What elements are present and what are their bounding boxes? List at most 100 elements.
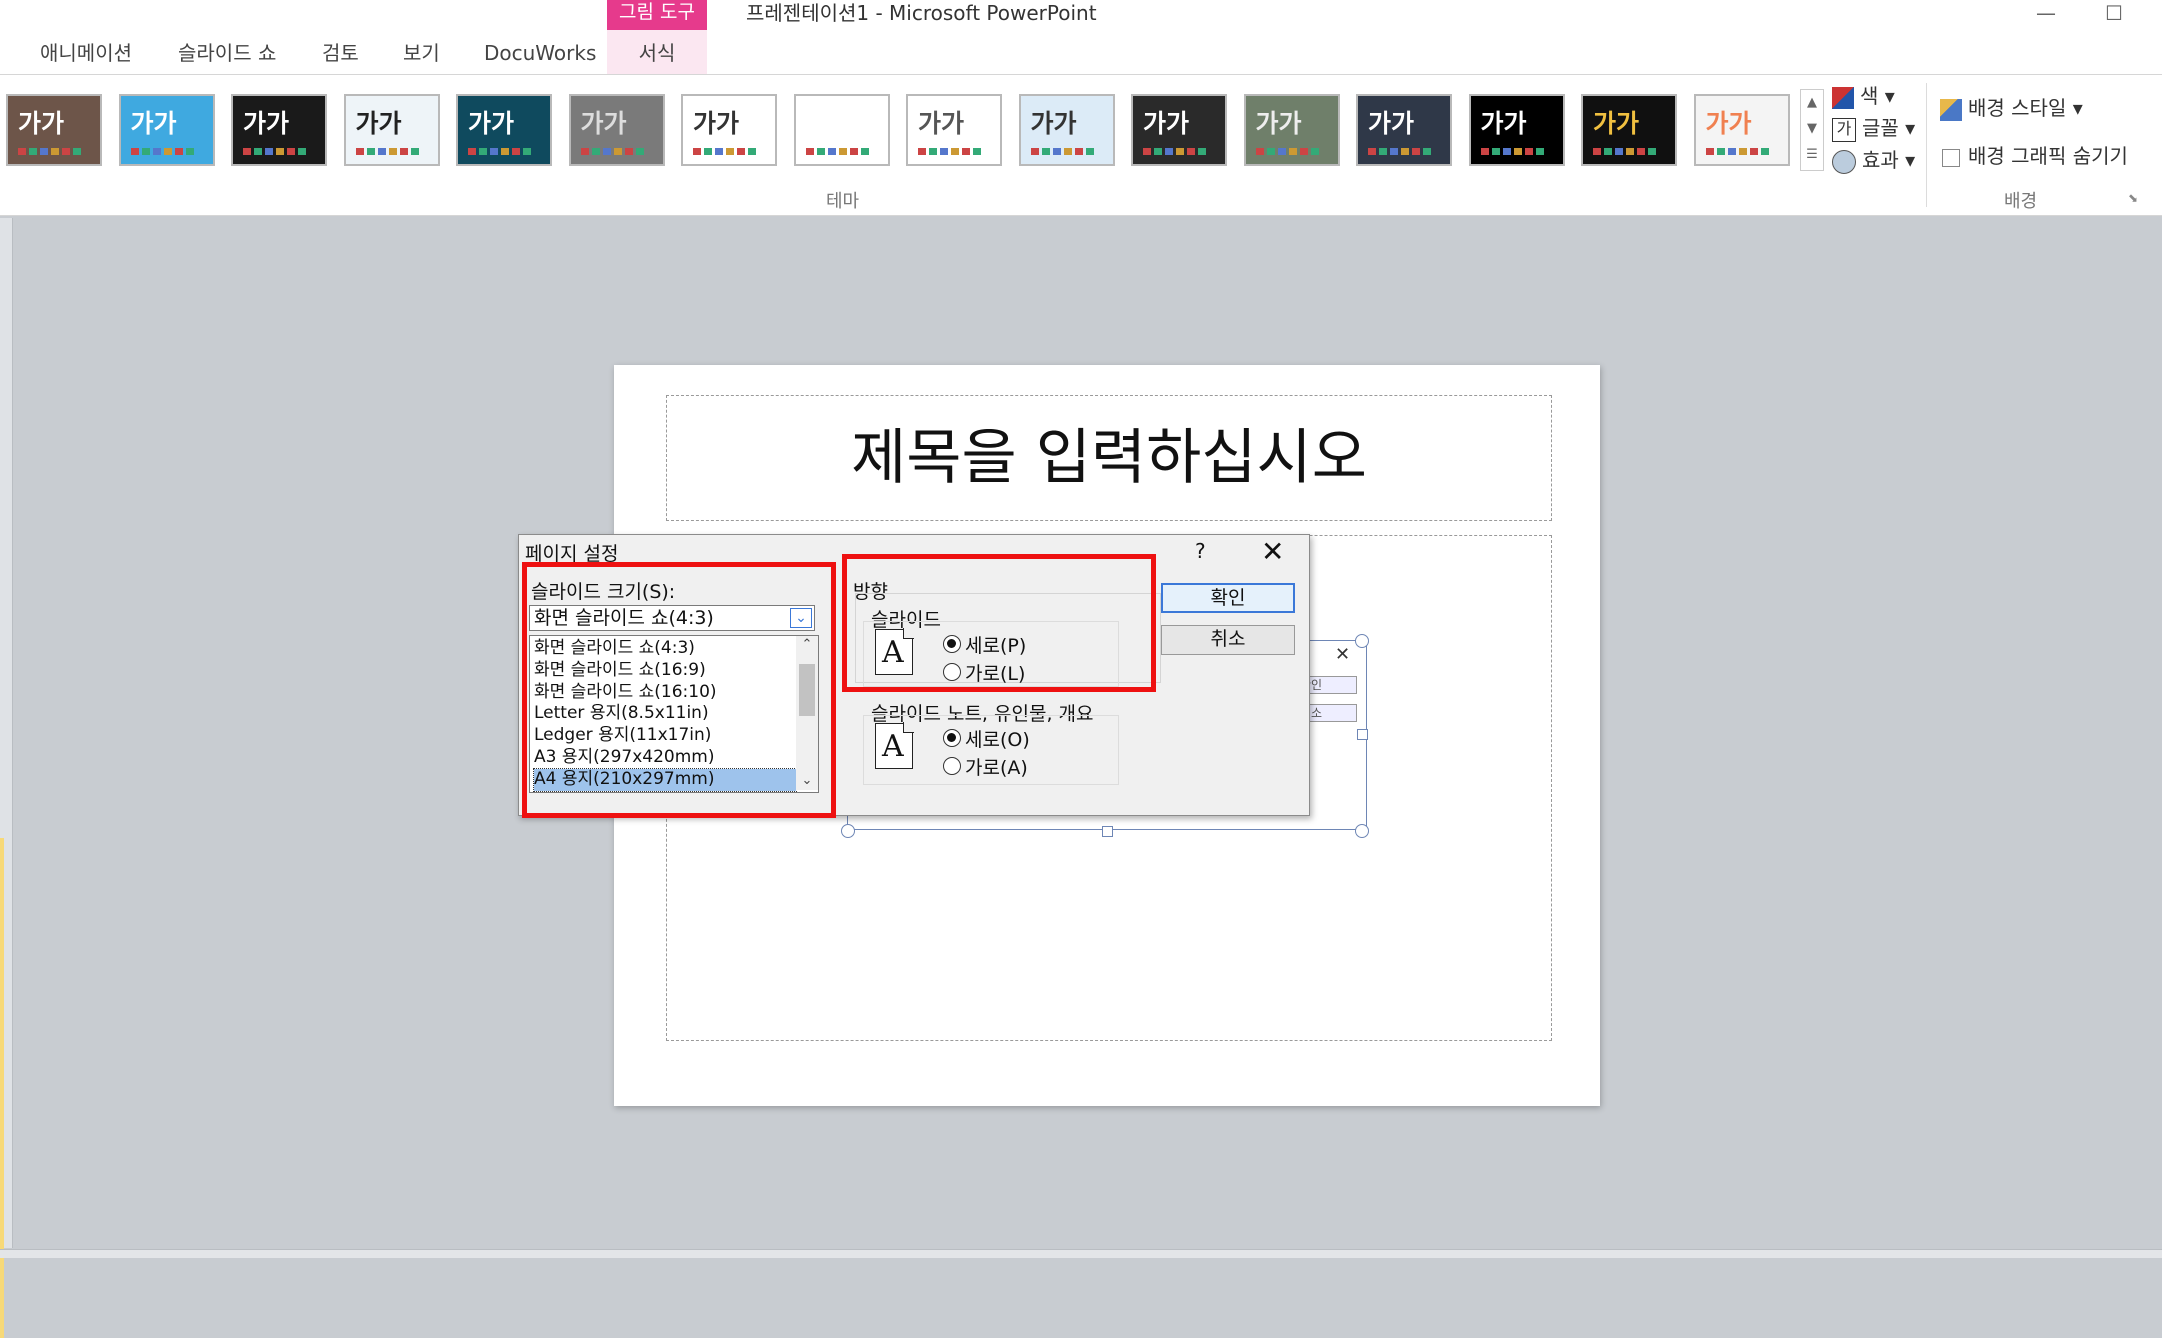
notes-landscape-label[interactable]: 가로(A) [965,753,1028,780]
theme-thumbnail[interactable]: 가가 [568,94,665,166]
powerpoint-window: 애니메이션 슬라이드 쇼 검토 보기 DocuWorks 그림 도구 서식 프레… [0,0,2162,1338]
theme-thumbnail[interactable]: 가가 [456,94,552,166]
tab-view[interactable]: 보기 [403,40,440,66]
hide-background-graphics[interactable]: 배경 그래픽 숨기기 [1942,143,2128,169]
hide-background-graphics-label: 배경 그래픽 숨기기 [1968,144,2128,168]
resize-handle[interactable] [1355,634,1369,648]
theme-sample-text: 가가 [1030,109,1077,138]
theme-thumbnail[interactable]: 가가 [1243,94,1340,166]
group-separator [1926,83,1927,207]
theme-color-swatches [1030,148,1097,155]
theme-sample-text: 가가 [130,109,177,138]
slides-pane-edge [0,218,13,1338]
cancel-button[interactable]: 취소 [1161,625,1295,655]
picture-tools-context-tab: 그림 도구 서식 [607,0,707,74]
tab-format[interactable]: 서식 [607,40,707,66]
theme-sample-text: 가가 [1255,109,1302,138]
theme-color-swatches [243,148,309,155]
slide-size-highlight-box [522,562,836,818]
background-styles-button[interactable]: 배경 스타일 ▾ [1940,95,2083,121]
title-placeholder[interactable]: 제목을 입력하십시오 [666,395,1552,521]
theme-sample-text: 가가 [243,109,290,138]
theme-fonts-button[interactable]: 가 글꼴 ▾ [1832,115,1915,142]
effects-icon [1832,149,1856,174]
theme-color-swatches [1593,148,1659,155]
theme-effects-button[interactable]: 효과 ▾ [1832,147,1915,174]
theme-color-swatches [805,148,872,155]
theme-sample-text: 가가 [1368,109,1415,138]
theme-color-swatches [580,148,647,155]
theme-sample-text: 가가 [693,109,740,138]
themes-group-label: 테마 [826,191,860,212]
theme-thumbnail[interactable]: 가가 [1693,94,1790,166]
fonts-icon: 가 [1832,117,1856,142]
theme-sample-text: 가가 [355,109,402,138]
picture-tools-label: 그림 도구 [619,1,695,23]
theme-color-swatches [468,148,534,155]
gallery-down-icon[interactable]: ▼ [1801,116,1823,142]
theme-thumbnail[interactable]: 가가 [681,94,777,166]
portrait-page-icon: A [875,722,914,769]
notes-portrait-label[interactable]: 세로(O) [965,725,1030,752]
theme-color-swatches [1705,148,1772,155]
theme-sample-text: 가가 [805,109,852,138]
gallery-up-icon[interactable]: ▲ [1801,90,1823,116]
embedded-close-icon: ✕ [1335,644,1351,665]
theme-thumbnail[interactable]: 가가 [231,94,327,166]
theme-thumbnail[interactable]: 가가 [1018,94,1115,166]
theme-thumbnail[interactable]: 가가 [6,94,102,166]
theme-sample-text: 가가 [580,109,627,138]
tab-review[interactable]: 검토 [322,40,359,66]
ribbon-design: 가가 가가 가가 가가 가가 가가 가가 가가 가가 가가 가가 가가 가가 가가 가가 가가 ▲ ▼ ☰ 색… [0,74,2162,216]
title-placeholder-text: 제목을 입력하십시오 [851,423,1367,493]
notes-landscape-radio[interactable] [943,757,961,775]
hide-background-graphics-checkbox[interactable] [1942,148,1960,167]
resize-handle[interactable] [1355,824,1369,838]
tab-animations[interactable]: 애니메이션 [40,40,132,66]
notes-portrait-radio[interactable] [943,729,961,747]
resize-handle[interactable] [1357,729,1368,740]
theme-color-swatches [1480,148,1547,155]
close-button[interactable]: ✕ [1261,535,1284,568]
theme-sample-text: 가가 [1593,109,1640,138]
theme-thumbnail[interactable]: 가가 [118,94,215,166]
theme-color-swatches [1368,148,1434,155]
theme-color-swatches [918,148,984,155]
maximize-button[interactable]: ☐ [2094,2,2134,26]
dialog-launcher-icon[interactable]: ⬊ [2128,191,2138,205]
theme-thumbnail[interactable]: 가가 [1581,94,1677,166]
tab-slideshow[interactable]: 슬라이드 쇼 [178,40,276,66]
theme-color-swatches [355,148,422,155]
ok-button[interactable]: 확인 [1161,583,1295,613]
background-styles-label: 배경 스타일 [1968,96,2067,120]
theme-effects-label: 효과 [1862,148,1899,172]
window-title: 프레젠테이션1 - Microsoft PowerPoint [746,1,1097,25]
theme-sample-text: 가가 [18,109,65,138]
minimize-button[interactable]: — [2026,2,2066,26]
gallery-scroll[interactable]: ▲ ▼ ☰ [1800,89,1824,171]
theme-sample-text: 가가 [468,109,515,138]
gallery-more-icon[interactable]: ☰ [1801,142,1823,168]
resize-handle[interactable] [1102,826,1113,837]
theme-thumbnail[interactable]: 가가 [1468,94,1565,166]
theme-color-swatches [1143,148,1209,155]
theme-color-swatches [1255,148,1322,155]
theme-thumbnail[interactable]: 가가 [1356,94,1452,166]
resize-handle[interactable] [841,824,855,838]
background-group-label: 배경 [2004,191,2038,212]
theme-thumbnail[interactable]: 가가 [906,94,1002,166]
theme-sample-text: 가가 [1480,109,1527,138]
orientation-highlight-box [842,554,1156,692]
theme-colors-label: 색 [1860,84,1879,108]
theme-thumbnail[interactable]: 가가 [793,94,890,166]
background-styles-icon [1940,98,1962,121]
help-button[interactable]: ? [1195,539,1206,563]
theme-color-swatches [130,148,197,155]
tab-docuworks[interactable]: DocuWorks [484,40,596,66]
theme-color-swatches [18,148,84,155]
theme-thumbnail[interactable]: 가가 [343,94,440,166]
selected-slide-marker [0,838,4,1338]
theme-sample-text: 가가 [1705,109,1752,138]
theme-thumbnail[interactable]: 가가 [1131,94,1227,166]
theme-colors-button[interactable]: 색 ▾ [1832,83,1895,109]
